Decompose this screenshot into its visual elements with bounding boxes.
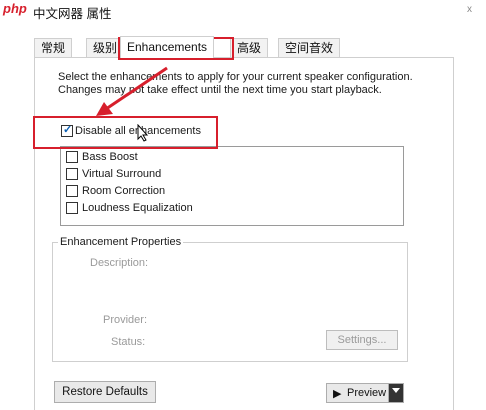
tab-general[interactable]: 常规 [34,38,73,57]
caret-down-icon [392,388,400,393]
preview-button[interactable]: ▶ Preview [326,383,404,403]
provider-label: Provider: [103,314,148,326]
list-item[interactable]: Room Correction [82,185,165,197]
preview-label: Preview [347,387,387,399]
cursor-shape [137,124,149,142]
room-correction-checkbox[interactable] [66,185,78,197]
list-item[interactable]: Bass Boost [82,151,138,163]
list-item[interactable]: Virtual Surround [82,168,161,180]
tab-advanced[interactable]: 高级 [230,38,269,57]
tab-strip: 常规 级别 Enhancements 高级 空间音效 [34,36,454,58]
virtual-surround-checkbox[interactable] [66,168,78,180]
tab-spatial-sound[interactable]: 空间音效 [278,38,341,57]
status-label: Status: [111,336,146,348]
settings-button[interactable]: Settings... [326,330,398,350]
close-icon[interactable]: x [467,4,472,15]
loudness-equalization-checkbox[interactable] [66,202,78,214]
description-label: Description: [90,257,149,269]
dropdown-toggle[interactable] [388,384,403,402]
window-title: 中文网器 属性 [33,7,112,21]
title-bar: php 中文网器 属性 x [0,0,486,28]
restore-defaults-button[interactable]: Restore Defaults [54,381,156,403]
tab-enhancements[interactable]: Enhancements [120,36,215,58]
watermark-logo: php [3,1,27,16]
bass-boost-checkbox[interactable] [66,151,78,163]
enhancements-description: Select the enhancements to apply for you… [58,71,413,96]
annotation-box-checkbox [33,116,218,149]
list-item[interactable]: Loudness Equalization [82,202,193,214]
group-title: Enhancement Properties [58,236,184,248]
play-icon: ▶ [333,388,342,400]
mouse-cursor-icon [137,124,149,142]
